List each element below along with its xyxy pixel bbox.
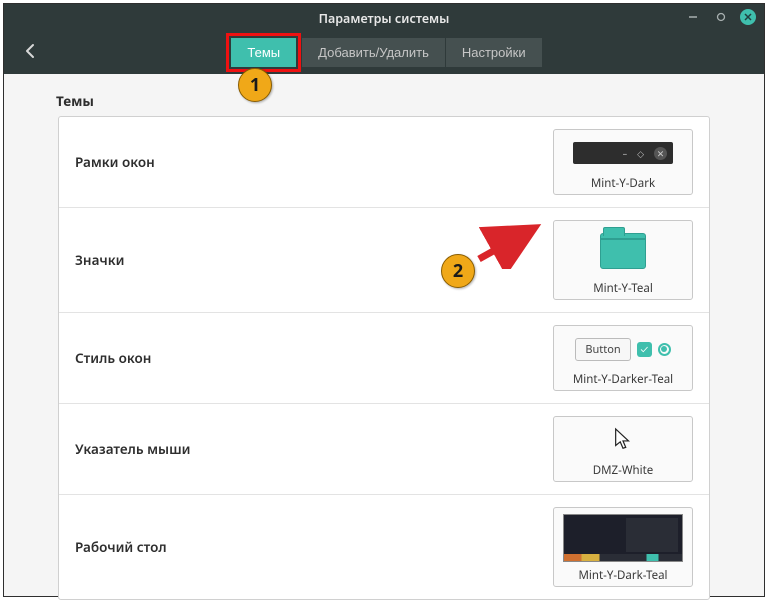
sample-radio-icon xyxy=(658,343,671,356)
title-row: Параметры системы xyxy=(4,4,764,32)
chooser-label: Mint-Y-Darker-Teal xyxy=(573,372,673,387)
preview-window-borders: – ◇ ✕ xyxy=(558,134,688,172)
window-frame-icon: – ◇ ✕ xyxy=(573,142,673,164)
chooser-desktop[interactable]: Mint-Y-Dark-Teal xyxy=(553,507,693,587)
minimize-button[interactable] xyxy=(684,8,702,26)
row-mouse-pointer: Указатель мыши DMZ-White xyxy=(59,404,709,495)
content-area: Темы Рамки окон – ◇ ✕ Mint-Y-Dark Зна xyxy=(4,74,764,600)
row-label: Рабочий стол xyxy=(75,538,167,556)
preview-icons xyxy=(558,225,688,277)
sample-button-icon: Button xyxy=(575,338,630,361)
tabs: Темы Добавить/Удалить Настройки xyxy=(4,32,764,72)
tab-themes[interactable]: Темы xyxy=(231,38,296,67)
chooser-controls[interactable]: Button ✓ Mint-Y-Darker-Teal xyxy=(553,325,693,391)
row-icons: Значки Mint-Y-Teal xyxy=(59,208,709,313)
desktop-thumbnail-icon xyxy=(563,514,683,562)
tab-add-remove[interactable]: Добавить/Удалить xyxy=(301,38,446,67)
folder-icon xyxy=(600,233,646,269)
row-window-borders: Рамки окон – ◇ ✕ Mint-Y-Dark xyxy=(59,117,709,208)
close-glyph-icon: ✕ xyxy=(654,147,667,160)
annotation-marker-2: 2 xyxy=(441,254,475,288)
titlebar: Параметры системы Темы Добавить/Удалить xyxy=(4,4,764,74)
row-label: Рамки окон xyxy=(75,153,155,171)
row-controls: Стиль окон Button ✓ Mint-Y-Darker-Teal xyxy=(59,313,709,404)
close-button[interactable] xyxy=(740,9,756,25)
back-button[interactable] xyxy=(18,38,44,64)
row-desktop: Рабочий стол Mint-Y-Dark-Teal xyxy=(59,495,709,599)
maximize-button[interactable] xyxy=(712,8,730,26)
minimize-glyph-icon: – xyxy=(623,147,628,160)
cursor-icon xyxy=(612,427,634,453)
chooser-label: Mint-Y-Teal xyxy=(593,281,653,296)
chooser-window-borders[interactable]: – ◇ ✕ Mint-Y-Dark xyxy=(553,129,693,195)
annotation-marker-1: 1 xyxy=(238,68,272,102)
row-label: Стиль окон xyxy=(75,349,151,367)
chooser-mouse-pointer[interactable]: DMZ-White xyxy=(553,416,693,482)
settings-window: Параметры системы Темы Добавить/Удалить xyxy=(3,3,765,597)
annotation-arrow-icon xyxy=(474,219,544,269)
section-title: Темы xyxy=(56,92,710,110)
themes-panel: Рамки окон – ◇ ✕ Mint-Y-Dark Значки xyxy=(58,116,710,600)
row-label: Указатель мыши xyxy=(75,440,190,458)
window-controls xyxy=(684,8,756,26)
preview-desktop xyxy=(558,512,688,564)
preview-controls: Button ✓ xyxy=(558,330,688,368)
controls-sample-icon: Button ✓ xyxy=(575,338,670,361)
row-label: Значки xyxy=(75,251,124,269)
chooser-label: Mint-Y-Dark-Teal xyxy=(578,568,667,583)
window-title: Параметры системы xyxy=(319,10,450,27)
chooser-icons[interactable]: Mint-Y-Teal xyxy=(553,220,693,300)
maximize-glyph-icon: ◇ xyxy=(637,147,644,160)
sample-checkbox-icon: ✓ xyxy=(637,342,652,357)
chooser-label: Mint-Y-Dark xyxy=(591,176,655,191)
chooser-label: DMZ-White xyxy=(593,463,654,478)
tab-themes-highlight: Темы xyxy=(226,33,301,72)
preview-cursor xyxy=(558,421,688,459)
tab-settings[interactable]: Настройки xyxy=(446,38,542,67)
